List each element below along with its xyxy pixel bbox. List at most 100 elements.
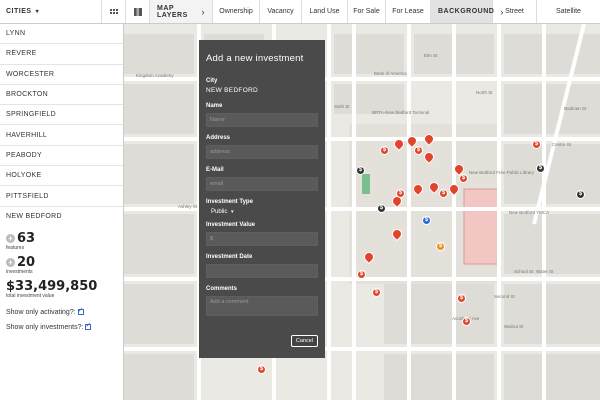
total-value-stat: $33,499,850 total investment value [0, 279, 123, 299]
map-label: Kingdom Academy [136, 73, 174, 78]
features-label: features [6, 244, 25, 251]
map-label: Ashley St [178, 204, 198, 209]
map-view-button[interactable] [126, 0, 150, 23]
plus-icon[interactable]: + [6, 257, 15, 267]
investments-label: investments [6, 268, 33, 275]
toggle-investments[interactable]: Show only investments?: [0, 321, 123, 331]
chevron-right-icon: › [201, 6, 205, 17]
investment-value-label: Investment Value [206, 222, 256, 228]
layer-tab-ownership[interactable]: Ownership [213, 0, 260, 23]
map-label: New Bedford YMCA [509, 210, 550, 215]
investment-pin[interactable]: $ [462, 317, 471, 326]
map-label: North St [476, 90, 493, 95]
city-item-springfield[interactable]: SPRINGFIELD [0, 105, 123, 126]
investment-type-select[interactable]: Public ▾ [206, 209, 318, 215]
map-label: Second St [494, 294, 515, 299]
investment-date-input[interactable] [206, 264, 318, 278]
total-value: $33,499,850 [6, 278, 98, 294]
city-value: NEW BEDFORD [206, 87, 259, 94]
map-icon [133, 7, 142, 16]
map-label: Elm St [424, 53, 438, 58]
cities-label: CITIES [6, 8, 32, 15]
map-label: Water St [536, 269, 554, 274]
city-item-brockton[interactable]: BROCKTON [0, 85, 123, 106]
investment-pin[interactable]: $ [380, 146, 389, 155]
map-canvas[interactable]: Kingdom Academy Bank of America Elm St S… [124, 24, 600, 400]
comments-label: Comments [206, 286, 238, 292]
city-item-holyoke[interactable]: HOLYOKE [0, 166, 123, 187]
city-item-lynn[interactable]: LYNN [0, 24, 123, 45]
cancel-button[interactable]: Cancel [290, 335, 318, 347]
caret-down-icon: ▾ [231, 209, 234, 215]
city-item-worcester[interactable]: WORCESTER [0, 65, 123, 85]
investment-pin[interactable]: $ [439, 189, 448, 198]
map-label: Bank of America [374, 71, 407, 76]
investment-type-label: Investment Type [206, 199, 253, 205]
investment-pin-dark[interactable]: $ [356, 166, 365, 175]
map-label: New Bedford Free Public Library [469, 170, 535, 175]
investment-pin-orange[interactable]: $ [436, 242, 445, 251]
investment-value-input[interactable] [206, 232, 318, 246]
layer-tab-for-sale[interactable]: For Sale [348, 0, 386, 23]
map-label: BRTA-New Bedford Terminal [372, 110, 430, 115]
toggle-activating-label: Show only activating?: [6, 308, 76, 316]
modal-title: Add a new investment [206, 53, 304, 64]
caret-down-icon: ▾ [35, 9, 40, 15]
investment-pin-dark[interactable]: $ [576, 190, 585, 199]
investments-stat: + 20 investments [0, 255, 123, 275]
investment-type-value: Public [211, 209, 228, 215]
layer-tab-for-lease[interactable]: For Lease [386, 0, 431, 23]
investments-count: 20 [17, 254, 36, 270]
app-root: CITIES ▾ MAP LAYERS › Ownership Vacancy … [0, 0, 600, 400]
background-tab-street[interactable]: Street [493, 0, 537, 23]
top-toolbar: CITIES ▾ MAP LAYERS › Ownership Vacancy … [0, 0, 600, 24]
name-label: Name [206, 103, 223, 109]
city-item-peabody[interactable]: PEABODY [0, 146, 123, 167]
grid-view-button[interactable] [102, 0, 126, 23]
city-item-revere[interactable]: REVERE [0, 44, 123, 65]
toggle-investments-label: Show only investments?: [6, 323, 84, 331]
investment-pin-dark[interactable]: $ [377, 204, 386, 213]
city-item-haverhill[interactable]: HAVERHILL [0, 125, 123, 146]
map-label: School St [514, 269, 534, 274]
investment-pin-blue[interactable]: $ [422, 216, 431, 225]
investment-pin[interactable]: $ [457, 294, 466, 303]
activating-checkbox[interactable] [77, 306, 84, 316]
investments-checkbox[interactable] [85, 321, 92, 331]
grid-icon [109, 9, 118, 14]
map-label: Walnut St [504, 324, 524, 329]
background-label: BACKGROUND [438, 8, 495, 15]
investment-pin-dark[interactable]: $ [536, 164, 545, 173]
map-label: Sixth St [334, 104, 350, 109]
background-header[interactable]: BACKGROUND › [431, 0, 503, 23]
address-input[interactable] [206, 145, 318, 159]
plus-icon[interactable]: + [6, 233, 15, 243]
email-input[interactable] [206, 177, 318, 191]
map-label: Centre St [552, 142, 572, 147]
email-label: E-Mail [206, 167, 224, 173]
investment-pin[interactable]: $ [532, 140, 541, 149]
investment-pin[interactable]: $ [459, 174, 468, 183]
investment-pin[interactable]: $ [357, 270, 366, 279]
background-tab-satellite[interactable]: Satellite [537, 0, 600, 23]
city-item-new-bedford[interactable]: NEW BEDFORD [0, 207, 123, 227]
map-layers-header[interactable]: MAP LAYERS › [150, 0, 213, 23]
comments-textarea[interactable] [206, 296, 318, 316]
map-label: Bodman St [564, 106, 587, 111]
address-label: Address [206, 135, 231, 141]
investment-pin[interactable]: $ [414, 146, 423, 155]
investment-pin[interactable]: $ [372, 288, 381, 297]
layer-tab-land-use[interactable]: Land Use [302, 0, 348, 23]
add-investment-modal: Add a new investment City NEW BEDFORD Na… [199, 40, 325, 358]
cities-dropdown[interactable]: CITIES ▾ [0, 0, 102, 23]
layer-tab-vacancy[interactable]: Vacancy [260, 0, 302, 23]
features-stat: + 63 features [0, 231, 123, 251]
investment-date-label: Investment Date [206, 254, 253, 260]
investment-pin[interactable]: $ [257, 365, 266, 374]
name-input[interactable] [206, 113, 318, 127]
city-label: City [206, 78, 218, 84]
city-item-pittsfield[interactable]: PITTSFIELD [0, 186, 123, 207]
map-layers-label: MAP LAYERS [157, 4, 188, 19]
sidebar: LYNN REVERE WORCESTER BROCKTON SPRINGFIE… [0, 24, 124, 400]
toggle-activating[interactable]: Show only activating?: [0, 306, 123, 316]
